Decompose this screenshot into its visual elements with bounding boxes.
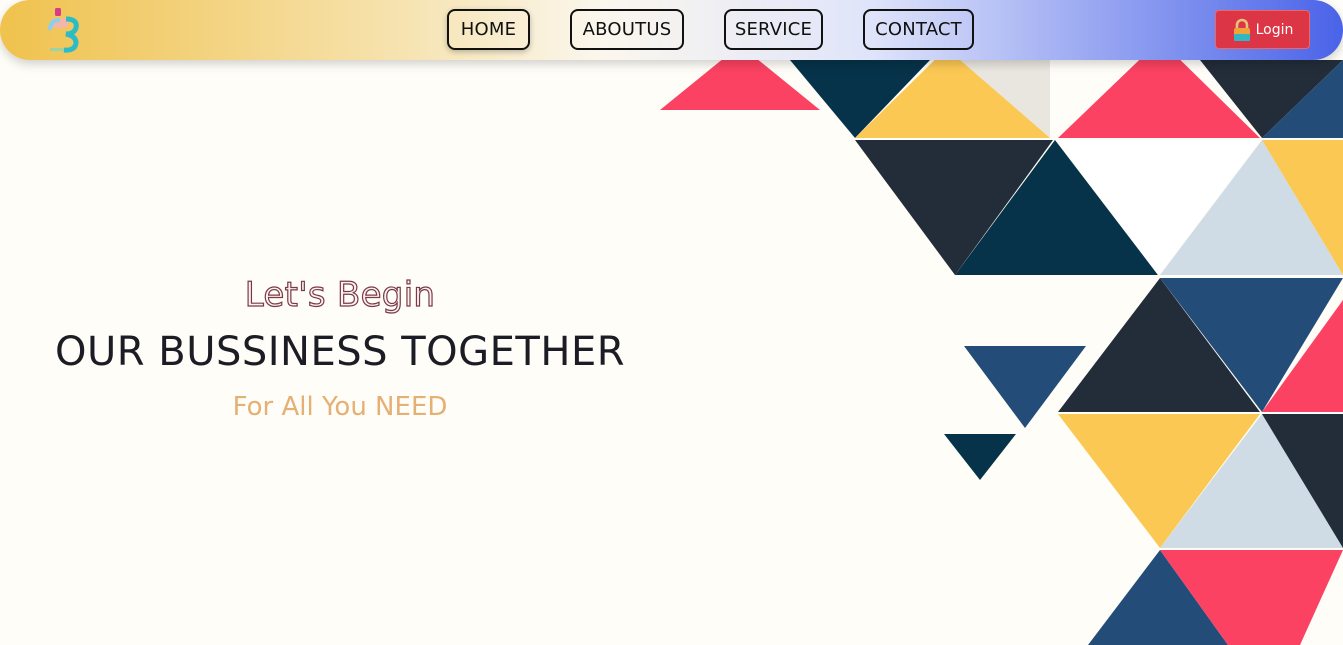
brand-logo-icon[interactable] <box>44 6 84 54</box>
login-label: Login <box>1255 21 1294 38</box>
nav-home[interactable]: HOME <box>447 9 530 50</box>
lock-icon <box>1233 18 1250 41</box>
triangle-shape <box>944 434 1016 480</box>
hero-eyebrow: Let's Begin <box>244 274 436 315</box>
nav-contact[interactable]: CONTACT <box>863 9 974 50</box>
login-button[interactable]: Login <box>1215 10 1310 49</box>
hero-subtitle: For All You NEED <box>232 392 448 422</box>
navbar: HOME ABOUTUS SERVICE CONTACT Login <box>0 0 1343 60</box>
geometric-background-art <box>660 40 1343 645</box>
nav-service[interactable]: SERVICE <box>724 9 823 50</box>
nav-aboutus[interactable]: ABOUTUS <box>570 9 684 50</box>
hero-title: OUR BUSSINESS TOGETHER <box>54 329 626 375</box>
